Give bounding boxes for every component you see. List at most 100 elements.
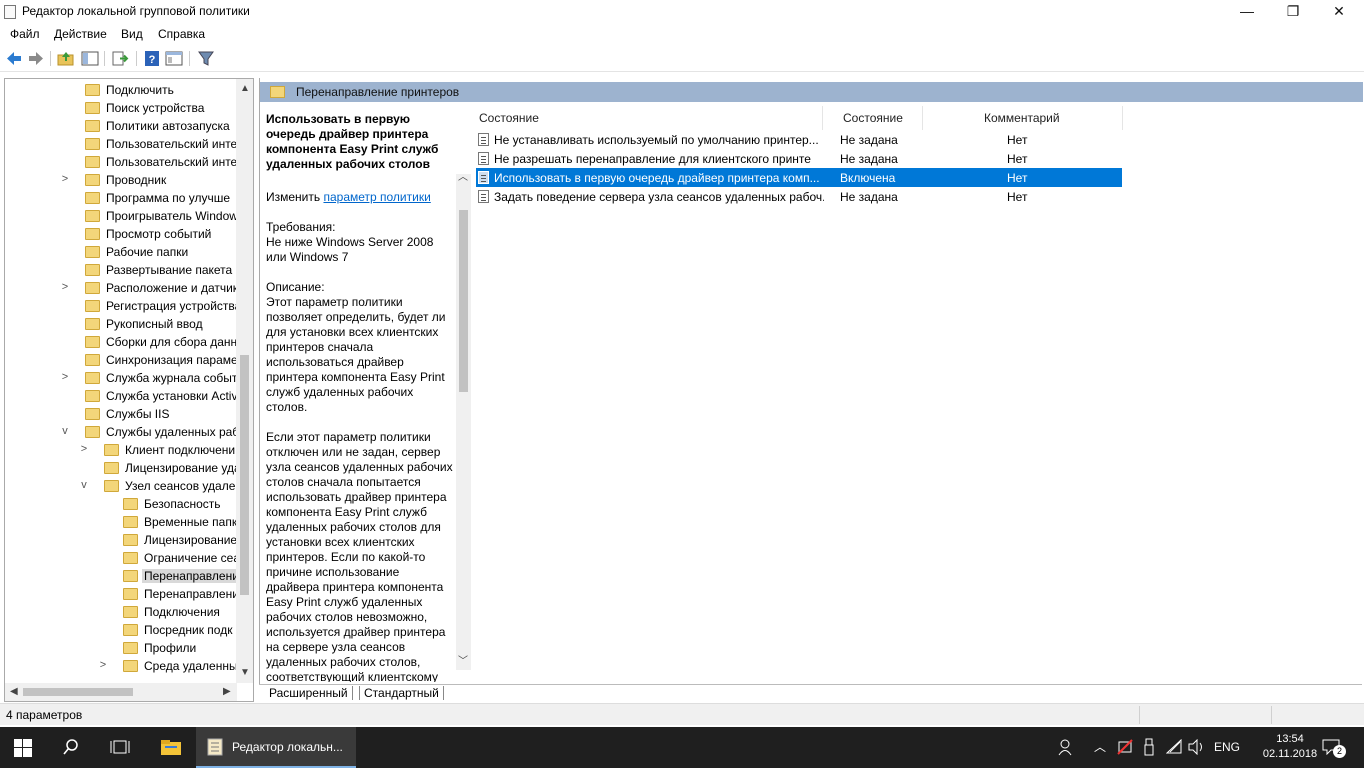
export-list-icon[interactable] [111,50,129,67]
scroll-thumb[interactable] [240,355,249,595]
column-separator[interactable] [922,106,923,130]
show-hide-tree-icon[interactable] [81,50,99,67]
tree-item[interactable]: Синхронизация параме [5,351,237,369]
tree-item[interactable]: Перенаправлени [5,567,237,585]
tree-item[interactable]: v Узел сеансов удален [5,477,237,495]
language-indicator[interactable]: ENG [1214,740,1240,754]
scroll-down-arrow-icon[interactable]: ﹀ [458,652,468,667]
tree-item[interactable]: Временные папк [5,513,237,531]
requirements-text: Требования: Не ниже Windows Server 2008 … [266,220,434,264]
tab-extended[interactable]: Расширенный [265,686,353,700]
tree-item[interactable]: Лицензирование [5,531,237,549]
tree-item[interactable]: Регистрация устройства [5,297,237,315]
tree-item[interactable]: Рабочие папки [5,243,237,261]
network-icon[interactable] [1166,739,1182,755]
column-header-comment[interactable]: Комментарий [984,111,1060,125]
tree-item[interactable]: > Служба журнала событ [5,369,237,387]
tree-item[interactable]: Безопасность [5,495,237,513]
expand-chevron-icon[interactable]: > [59,371,71,383]
tree-item[interactable]: Перенаправлени [5,585,237,603]
folder-icon [85,174,100,186]
up-folder-icon[interactable] [57,50,75,67]
scroll-thumb[interactable] [459,210,468,392]
tree-item[interactable]: Подключения [5,603,237,621]
expand-chevron-icon[interactable]: > [59,281,71,293]
menu-file[interactable]: Файл [10,27,40,41]
tab-standard[interactable]: Стандартный [359,686,444,700]
show-hidden-icons-chevron-icon[interactable]: ︿ [1094,738,1106,755]
tree-item[interactable]: Программа по улучше [5,189,237,207]
menu-view[interactable]: Вид [121,27,143,41]
tree-item[interactable]: Развертывание пакета п [5,261,237,279]
notification-center[interactable]: 2 [1320,739,1346,759]
tree-item[interactable]: > Проводник [5,171,237,189]
collapse-chevron-icon[interactable]: v [78,479,90,491]
tree-item[interactable]: Сборки для сбора данн [5,333,237,351]
scroll-right-arrow-icon[interactable]: ▶ [223,686,231,697]
description-scrollbar[interactable]: ︿ ﹀ [456,172,471,670]
tree-item[interactable]: Проигрыватель Window [5,207,237,225]
properties-icon[interactable] [165,50,183,67]
collapse-chevron-icon[interactable]: v [59,425,71,437]
clock[interactable]: 13:54 02.11.2018 [1262,732,1318,762]
expand-chevron-icon[interactable]: > [97,659,109,671]
tree-item[interactable]: > Расположение и датчик [5,279,237,297]
tree-item-label: Службы удаленных раб [106,425,237,439]
tree-item[interactable]: v Службы удаленных раб [5,423,237,441]
forward-arrow-icon[interactable] [27,50,45,67]
start-windows-icon[interactable] [14,739,32,757]
menu-action[interactable]: Действие [54,27,107,41]
tree-vertical-scrollbar[interactable]: ▲ ▼ [236,79,253,683]
tree-item[interactable]: Политики автозапуска [5,117,237,135]
scroll-up-arrow-icon[interactable]: ︿ [458,168,468,183]
help-icon[interactable]: ? [143,50,161,67]
tree-item[interactable]: Службы IIS [5,405,237,423]
column-header-setting[interactable]: Состояние [479,111,539,125]
scroll-thumb[interactable] [23,688,133,696]
expand-chevron-icon[interactable]: > [59,173,71,185]
close-button[interactable]: ✕ [1316,0,1362,24]
tree-item[interactable]: > Среда удаленных [5,657,237,675]
tree-item[interactable]: > Клиент подключени [5,441,237,459]
list-item[interactable]: Не разрешать перенаправление для клиентс… [476,149,1122,168]
people-icon[interactable] [1058,738,1074,756]
list-item[interactable]: Использовать в первую очередь драйвер пр… [476,168,1122,187]
column-header-state[interactable]: Состояние [843,111,903,125]
tree-item[interactable]: Просмотр событий [5,225,237,243]
menu-help[interactable]: Справка [158,27,205,41]
task-view-icon[interactable] [110,738,130,756]
tree-item[interactable]: Лицензирование уда [5,459,237,477]
list-item[interactable]: Не устанавливать используемый по умолчан… [476,130,1122,149]
minimize-button[interactable]: — [1224,0,1270,24]
expand-chevron-icon[interactable]: > [78,443,90,455]
edit-policy-link[interactable]: параметр политики [323,190,430,204]
column-separator[interactable] [822,106,823,130]
tree-item[interactable]: Ограничение сеа [5,549,237,567]
tree-horizontal-scrollbar[interactable]: ◀ ▶ [5,683,237,701]
usb-device-icon[interactable] [1143,738,1155,756]
scroll-left-arrow-icon[interactable]: ◀ [10,686,18,697]
tree-item[interactable]: Поиск устройства [5,99,237,117]
list-item[interactable]: Задать поведение сервера узла сеансов уд… [476,187,1122,206]
folder-icon [123,516,138,528]
maximize-button[interactable]: ❐ [1270,0,1316,24]
search-icon[interactable] [62,738,80,756]
tree-item[interactable]: Профили [5,639,237,657]
scroll-up-arrow-icon[interactable]: ▲ [240,83,250,94]
tree-item[interactable]: Подключить [5,81,237,99]
taskbar-gpedit-button[interactable]: Редактор локальн... [196,727,356,768]
tree-item[interactable]: Пользовательский инте [5,153,237,171]
column-separator[interactable] [1122,106,1123,130]
tree-item[interactable]: Служба установки Activ [5,387,237,405]
scroll-down-arrow-icon[interactable]: ▼ [240,667,250,678]
filter-icon[interactable] [197,50,215,67]
tree-item[interactable]: Посредник подк [5,621,237,639]
taskbar: Редактор локальн... ︿ ENG 13:54 02.11.20… [0,727,1364,768]
tree-item[interactable]: Пользовательский инте [5,135,237,153]
security-alert-icon[interactable] [1117,739,1133,755]
volume-icon[interactable] [1188,739,1206,755]
tree-item-label: Расположение и датчик [106,281,237,295]
file-explorer-icon[interactable] [160,738,182,756]
back-arrow-icon[interactable] [5,50,23,67]
tree-item[interactable]: Рукописный ввод [5,315,237,333]
